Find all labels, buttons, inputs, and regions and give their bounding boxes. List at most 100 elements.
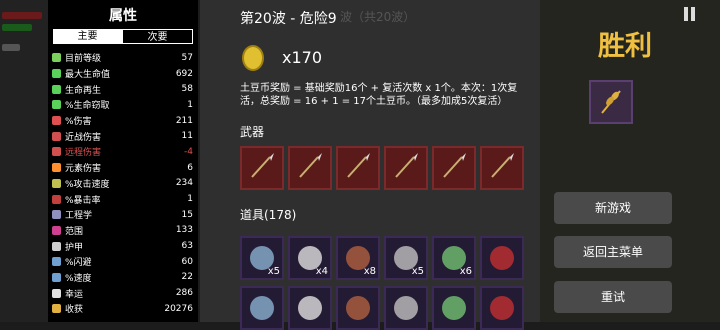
spear-icon [295,151,325,185]
main-menu-button[interactable]: 返回主菜单 [554,236,672,268]
items-title: 道具(178) [240,208,297,222]
item-slot[interactable]: x6 [432,236,476,280]
item-slot[interactable]: x5 [384,236,428,280]
item-count: x4 [315,266,328,277]
spear-icon [343,151,373,185]
stat-row: %攻击速度 234 [52,176,193,192]
stat-label: 远程伤害 [65,148,102,159]
item-slot[interactable]: x5 [240,236,284,280]
stats-list: 目前等级 57 最大生命值 692 生命再生 58 %生命窃取 1 %伤害 211 近战伤害 11 远程… [52,50,193,317]
retry-button[interactable]: 重试 [554,281,672,313]
item-slot[interactable] [288,286,332,330]
item-slot[interactable] [240,286,284,330]
item-count: x8 [363,266,376,277]
attack-speed-icon [52,178,61,188]
stat-row: %暴击率 1 [52,191,193,207]
stats-title: 属性 [109,8,137,24]
stat-label: 目前等级 [65,54,102,65]
stat-label: %生命窃取 [65,101,110,112]
stat-value: 11 [181,131,193,142]
elemental-icon [52,163,61,173]
stat-row: 工程学 15 [52,207,193,223]
stat-row: 远程伤害 -4 [52,144,193,160]
items-row-2 [240,286,524,330]
heart-icon [52,69,61,79]
game-background [0,0,48,322]
weapon-slot[interactable] [240,146,284,190]
stat-row: 收获 20276 [52,301,193,317]
stat-label: 范围 [65,226,84,237]
stats-tabs: 主要 次要 [53,29,193,44]
wheat-icon [601,90,621,114]
wave-title: 第20波 - 危险9 [240,11,337,27]
stat-value: 57 [181,52,193,63]
item-slot[interactable]: x8 [336,236,380,280]
tab-secondary[interactable]: 次要 [122,29,193,44]
pause-icon[interactable] [684,6,698,24]
stat-value: 60 [181,256,193,267]
item-slot[interactable] [336,286,380,330]
stat-row: %速度 22 [52,270,193,286]
items-row-1: x5 x4 x8 x5 x6 [240,236,524,280]
item-count: x5 [267,266,280,277]
wave-ghost-text: 波（共20波） [340,10,416,24]
weapon-slot[interactable] [384,146,428,190]
stat-row: 最大生命值 692 [52,66,193,82]
stat-row: 元素伤害 6 [52,160,193,176]
stat-value: 22 [181,272,193,283]
hp-bar [2,12,42,19]
stat-label: 元素伤害 [65,164,102,175]
stat-row: %伤害 211 [52,113,193,129]
item-count: x5 [411,266,424,277]
stat-label: 最大生命值 [65,70,111,81]
spear-icon [391,151,421,185]
stat-row: 护甲 63 [52,238,193,254]
weapon-slot[interactable] [288,146,332,190]
weapon-slot[interactable] [336,146,380,190]
stat-value: 211 [175,115,193,126]
weapons-list [240,146,524,190]
pig-icon [346,296,370,320]
item-slot[interactable]: x4 [288,236,332,280]
stat-row: 目前等级 57 [52,50,193,66]
coin-count: x170 [282,48,323,67]
results-panel: 波（共20波） 第20波 - 危险9 x170 土豆币奖励 = 基础奖励16个 … [200,0,540,330]
regen-icon [52,84,61,94]
range-icon [52,225,61,235]
crit-icon [52,194,61,204]
ranged-icon [52,147,61,157]
reward-description: 土豆币奖励 = 基础奖励16个 + 复活次数 x 1个。本次：1次复活，总奖励 … [240,83,518,107]
spear-icon [487,151,517,185]
weapon-slot[interactable] [480,146,524,190]
reward-item-slot[interactable] [589,80,633,124]
tab-primary[interactable]: 主要 [53,29,122,44]
stat-value: 1 [187,99,193,110]
stat-label: 近战伤害 [65,132,102,143]
stat-value: 133 [175,225,193,236]
item-slot[interactable] [384,286,428,330]
stat-value: 6 [187,162,193,173]
potion-icon [490,296,514,320]
stat-row: 范围 133 [52,223,193,239]
bones-icon [298,296,322,320]
engineering-icon [52,210,61,220]
item-slot[interactable] [480,236,524,280]
victory-title: 胜利 [598,31,652,62]
stat-label: 生命再生 [65,85,102,96]
bunny-icon [442,296,466,320]
stats-panel: 属性 主要 次要 目前等级 57 最大生命值 692 生命再生 58 %生命窃取 1 %伤害 21… [48,0,198,322]
mask-icon [250,296,274,320]
stat-row: 近战伤害 11 [52,128,193,144]
stat-value: 692 [175,68,193,79]
stat-label: %伤害 [65,117,92,128]
item-slot[interactable] [480,286,524,330]
stat-label: 护甲 [65,242,84,253]
weapon-slot[interactable] [432,146,476,190]
xp-bar [2,24,32,31]
coin-indicator [2,44,20,51]
stat-label: %闪避 [65,258,92,269]
damage-icon [52,116,61,126]
stat-value: 15 [181,209,193,220]
item-slot[interactable] [432,286,476,330]
new-game-button[interactable]: 新游戏 [554,192,672,224]
